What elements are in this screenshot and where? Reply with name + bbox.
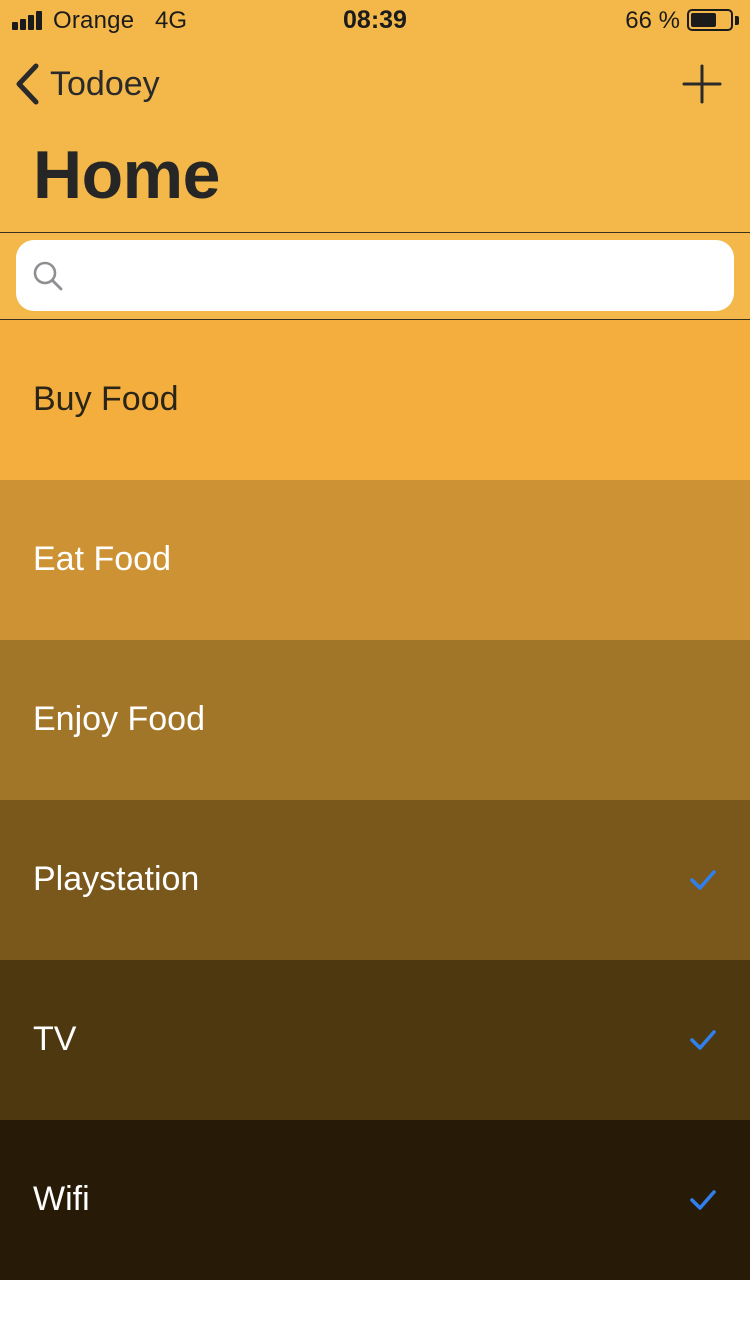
item-label: Buy Food [33,380,179,418]
list-item[interactable]: Buy Food [0,320,750,480]
search-icon [33,261,63,291]
plus-icon[interactable] [678,60,726,108]
page-title: Home [33,137,220,213]
back-button-label: Todoey [50,64,160,103]
todo-list: Buy Food Eat Food Enjoy Food Playstation TV W… [0,320,750,1280]
item-label: Eat Food [33,540,171,578]
item-label: Wifi [33,1180,90,1218]
battery-icon [687,9,733,31]
item-label: Enjoy Food [33,700,205,738]
list-item[interactable]: Enjoy Food [0,640,750,800]
list-item[interactable]: Wifi [0,1120,750,1280]
header: Orange 4G 08:39 66 % Todoey Home [0,0,750,320]
item-label: TV [33,1020,77,1058]
battery-nub [735,16,739,25]
screen: Orange 4G 08:39 66 % Todoey Home Buy Foo… [0,0,750,1334]
list-item[interactable]: Eat Food [0,480,750,640]
search-top-divider [0,232,750,233]
checkmark-icon [690,870,716,890]
search-bar[interactable] [16,240,734,311]
list-item[interactable]: TV [0,960,750,1120]
battery-fill [691,13,717,27]
status-bar: Orange 4G 08:39 66 % [0,0,750,40]
back-button[interactable]: Todoey [10,56,160,112]
checkmark-icon [690,1030,716,1050]
item-label: Playstation [33,860,200,898]
search-input[interactable] [80,250,720,302]
chevron-left-icon [16,63,39,105]
list-item[interactable]: Playstation [0,800,750,960]
battery-percent: 66 % [625,7,680,34]
checkmark-icon [690,1190,716,1210]
navigation-bar: Todoey [0,40,750,128]
